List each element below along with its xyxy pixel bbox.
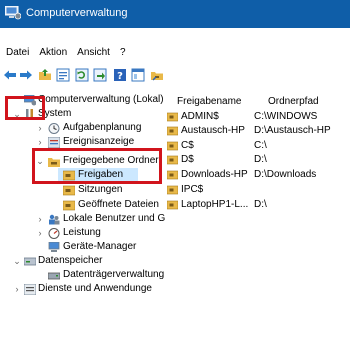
forward-arrow-icon[interactable] <box>19 68 33 82</box>
menu-datei[interactable]: Datei <box>2 46 33 60</box>
menu-aktion[interactable]: Aktion <box>35 46 71 60</box>
window-title: Computerverwaltung <box>26 7 128 19</box>
share-icon <box>167 112 178 122</box>
toolbar: ? <box>0 66 350 86</box>
share-path: D:\Downloads <box>254 169 317 180</box>
menu-ansicht[interactable]: Ansicht <box>73 46 114 60</box>
tree-label: Aufgabenplanung <box>63 122 142 133</box>
performance-icon <box>48 228 60 239</box>
back-arrow-icon[interactable] <box>3 68 17 82</box>
share-icon <box>167 126 178 136</box>
chevron-down-icon[interactable]: ⌄ <box>12 254 22 268</box>
column-header-ordnerpfad[interactable]: Ordnerpfad <box>268 96 319 107</box>
menu-help[interactable]: ? <box>116 46 130 60</box>
column-header-freigabename[interactable]: Freigabename <box>177 96 241 107</box>
share-icon <box>167 185 178 195</box>
tree-item-lokale-benutzer[interactable]: › Lokale Benutzer und G <box>0 212 166 226</box>
tree-label: Sitzungen <box>78 184 123 195</box>
tree-label: Lokale Benutzer und G <box>63 213 166 224</box>
tree-item-geraete-manager[interactable]: Geräte-Manager <box>0 240 164 254</box>
share-name: ADMIN$ <box>181 111 219 122</box>
tree-label: Geräte-Manager <box>63 241 137 252</box>
properties-icon[interactable] <box>56 68 70 82</box>
help-icon[interactable]: ? <box>113 68 127 82</box>
tree-item-sitzungen[interactable]: Sitzungen <box>0 183 164 197</box>
chevron-right-icon[interactable]: › <box>35 212 45 226</box>
chevron-right-icon[interactable]: › <box>35 226 45 240</box>
tree-item-ereignisanzeige[interactable]: › Ereignisanzeige <box>0 135 164 149</box>
share-name: LaptopHP1-L... <box>181 199 249 210</box>
users-icon <box>49 214 60 225</box>
storage-icon <box>24 257 36 266</box>
share-icon <box>167 170 178 180</box>
tree-label: Leistung <box>63 227 101 238</box>
tree-item-datentraegerverwaltung[interactable]: Datenträgerverwaltung <box>0 268 164 282</box>
event-viewer-icon <box>48 137 60 148</box>
highlight-box-system <box>5 96 45 120</box>
tree-item-dienste[interactable]: › Dienste und Anwendunge <box>0 282 164 296</box>
view-icon[interactable] <box>131 68 145 82</box>
share-folder-icon[interactable] <box>150 68 164 82</box>
refresh-icon[interactable] <box>75 68 89 82</box>
share-name: Austausch-HP <box>181 125 245 136</box>
menu-bar: Datei Aktion Ansicht ? <box>0 46 130 60</box>
share-path: C:\WINDOWS <box>254 111 318 122</box>
chevron-right-icon[interactable]: › <box>35 121 45 135</box>
tree-label: Computerverwaltung (Lokal) <box>38 94 164 105</box>
share-name: D$ <box>181 154 194 165</box>
tree-pane: Computerverwaltung (Lokal) ⌄ System › Au… <box>0 88 166 350</box>
computer-management-icon <box>5 6 21 20</box>
title-bar[interactable]: Computerverwaltung <box>0 0 350 28</box>
tree-label: Datenträgerverwaltung <box>63 269 165 280</box>
share-name: Downloads-HP <box>181 169 248 180</box>
share-icon <box>167 141 178 151</box>
share-path: D:\ <box>254 154 267 165</box>
highlight-box-freigaben <box>32 148 162 184</box>
disk-management-icon <box>48 272 60 280</box>
share-icon <box>167 155 178 165</box>
chevron-right-icon[interactable]: › <box>12 282 22 296</box>
share-icon <box>167 200 178 210</box>
tree-item-datenspeicher[interactable]: ⌄ Datenspeicher <box>0 254 164 268</box>
clock-icon <box>48 123 60 134</box>
tree-label: Dienste und Anwendunge <box>38 283 152 294</box>
share-path: C:\ <box>254 140 267 151</box>
folder-up-icon[interactable] <box>38 68 52 82</box>
tree-item-leistung[interactable]: › Leistung <box>0 226 164 240</box>
export-icon[interactable] <box>93 68 107 82</box>
tree-label: Geöffnete Dateien <box>78 199 159 210</box>
svg-text:?: ? <box>117 71 123 82</box>
share-name: IPC$ <box>181 184 204 195</box>
open-files-icon <box>63 200 75 211</box>
tree-label: Datenspeicher <box>38 255 103 266</box>
tree-label: Ereignisanzeige <box>63 136 135 147</box>
device-manager-icon <box>48 242 60 252</box>
tree-item-aufgabenplanung[interactable]: › Aufgabenplanung <box>0 121 164 135</box>
share-path: D:\ <box>254 199 267 210</box>
chevron-right-icon[interactable]: › <box>35 135 45 149</box>
share-name: C$ <box>181 140 194 151</box>
sessions-icon <box>63 185 75 196</box>
share-path: D:\Austausch-HP <box>254 125 331 136</box>
services-icon <box>24 284 36 295</box>
tree-item-geoeffnete-dateien[interactable]: Geöffnete Dateien <box>0 198 164 212</box>
